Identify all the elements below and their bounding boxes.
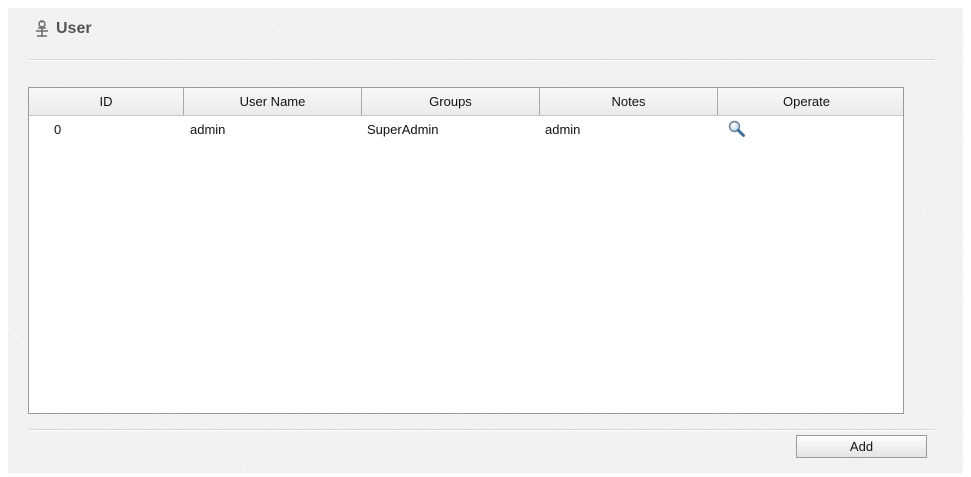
- divider-bottom: [28, 429, 935, 431]
- search-icon[interactable]: [727, 119, 747, 139]
- section-header: User: [34, 18, 92, 40]
- cell-groups: SuperAdmin: [367, 121, 439, 137]
- column-header-notes[interactable]: Notes: [540, 88, 718, 115]
- user-table: ID User Name Groups Notes Operate 0 admi…: [28, 87, 904, 414]
- user-panel: User ID User Name Groups Notes Operate 0…: [8, 8, 963, 473]
- column-header-user-name[interactable]: User Name: [184, 88, 362, 115]
- cell-operate: [718, 119, 895, 139]
- column-header-operate[interactable]: Operate: [718, 88, 895, 115]
- cell-user-name: admin: [190, 121, 226, 137]
- column-header-groups[interactable]: Groups: [362, 88, 540, 115]
- cell-notes: admin: [545, 121, 581, 137]
- column-header-id[interactable]: ID: [29, 88, 184, 115]
- cell-id: 0: [54, 121, 62, 137]
- divider-top: [28, 59, 935, 61]
- add-button[interactable]: Add: [796, 435, 927, 458]
- page-title: User: [56, 20, 92, 37]
- table-row[interactable]: 0 admin SuperAdmin admin: [29, 116, 903, 142]
- user-settings-icon: [34, 20, 50, 38]
- table-header: ID User Name Groups Notes Operate: [29, 88, 903, 116]
